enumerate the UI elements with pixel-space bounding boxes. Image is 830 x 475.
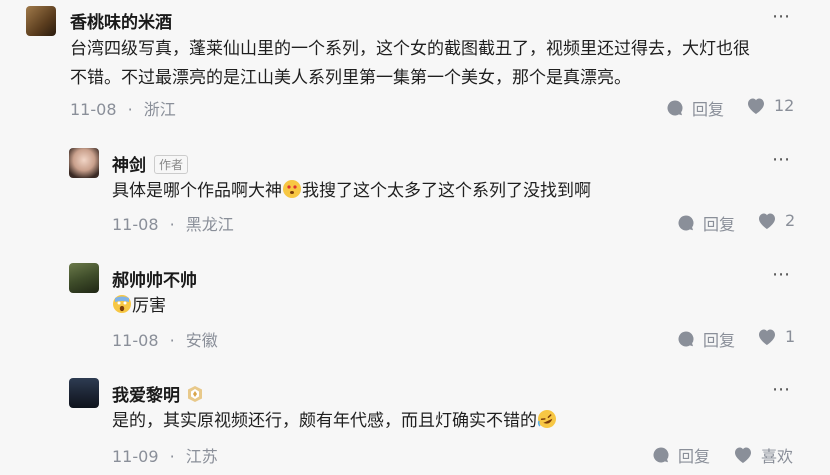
- comment-text: 厉害: [112, 292, 166, 321]
- author-tag: 作者: [154, 155, 189, 174]
- comment-date: 11-09: [112, 447, 159, 466]
- comment-text-part: 具体是哪个作品啊大神: [112, 181, 282, 201]
- reply-label: 回复: [703, 331, 736, 350]
- comment-meta: 11-08 · 黑龙江: [112, 211, 234, 235]
- reply-button[interactable]: 回复: [677, 211, 735, 235]
- heart-icon: [759, 329, 775, 345]
- heart-icon: [759, 213, 775, 229]
- username[interactable]: 郝帅帅不帅: [112, 266, 197, 291]
- comment-location: 黑龙江: [185, 215, 234, 234]
- like-button[interactable]: 1: [757, 327, 795, 346]
- comment-text-part: 是的，其实原视频还行，颇有年代感，而且灯确实不错的: [112, 411, 537, 431]
- username-label: 我爱黎明: [112, 386, 180, 406]
- avatar[interactable]: [26, 6, 56, 36]
- avatar[interactable]: [69, 378, 99, 408]
- reply-label: 回复: [692, 100, 725, 119]
- reply-bubble-icon: [653, 447, 669, 463]
- reply-bubble-icon: [667, 100, 683, 116]
- more-options-icon[interactable]: ⋯: [772, 264, 791, 285]
- screaming-face-emoji-icon: [113, 295, 131, 313]
- comment-location: 浙江: [143, 100, 176, 119]
- avatar[interactable]: [69, 263, 99, 293]
- comment-date: 11-08: [70, 100, 117, 119]
- more-options-icon[interactable]: ⋯: [772, 149, 791, 170]
- rofl-emoji-icon: [537, 410, 556, 428]
- like-label: 喜欢: [761, 447, 794, 466]
- more-options-icon[interactable]: ⋯: [772, 379, 791, 400]
- reply-label: 回复: [678, 447, 711, 466]
- more-options-icon[interactable]: ⋯: [772, 6, 791, 27]
- comment-date: 11-08: [112, 215, 159, 234]
- like-button[interactable]: 12: [746, 96, 794, 115]
- username[interactable]: 香桃味的米酒: [70, 8, 172, 33]
- heart-icon: [735, 447, 751, 463]
- comment-text-part: 厉害: [132, 296, 166, 316]
- reply-label: 回复: [703, 215, 736, 234]
- like-count: 12: [774, 96, 795, 115]
- separator: ·: [169, 447, 175, 466]
- comment-text: 台湾四级写真，蓬莱仙山里的一个系列，这个女的截图截丑了，视频里还过得去，大灯也很…: [70, 39, 750, 88]
- comment-location: 安徽: [185, 331, 218, 350]
- comment-text: 具体是哪个作品啊大神 我搜了这个太多了这个系列了没找到啊: [112, 177, 752, 206]
- avatar[interactable]: [69, 148, 99, 178]
- like-count: 1: [785, 327, 796, 346]
- comment-meta: 11-09 · 江苏: [112, 443, 218, 467]
- level-badge-icon: [188, 386, 202, 402]
- separator: ·: [127, 100, 133, 119]
- comment-date: 11-08: [112, 331, 159, 350]
- username[interactable]: 神剑 作者: [112, 151, 189, 176]
- comment-meta: 11-08 · 浙江: [70, 96, 176, 120]
- comment-text-part: 我搜了这个太多了这个系列了没找到啊: [302, 181, 591, 201]
- reply-bubble-icon: [678, 215, 694, 231]
- dizzy-face-emoji-icon: [283, 180, 301, 198]
- reply-button[interactable]: 回复: [666, 96, 724, 120]
- heart-icon: [748, 98, 764, 114]
- like-button[interactable]: 喜欢: [733, 443, 793, 467]
- comment-text: 是的，其实原视频还行，颇有年代感，而且灯确实不错的: [112, 407, 557, 436]
- like-count: 2: [785, 211, 796, 230]
- username-label: 神剑: [112, 156, 146, 176]
- separator: ·: [169, 215, 175, 234]
- reply-button[interactable]: 回复: [652, 443, 710, 467]
- reply-button[interactable]: 回复: [677, 327, 735, 351]
- comment-location: 江苏: [185, 447, 218, 466]
- separator: ·: [169, 331, 175, 350]
- like-button[interactable]: 2: [757, 211, 795, 230]
- comment-meta: 11-08 · 安徽: [112, 327, 218, 351]
- username[interactable]: 我爱黎明: [112, 381, 204, 406]
- reply-bubble-icon: [678, 331, 694, 347]
